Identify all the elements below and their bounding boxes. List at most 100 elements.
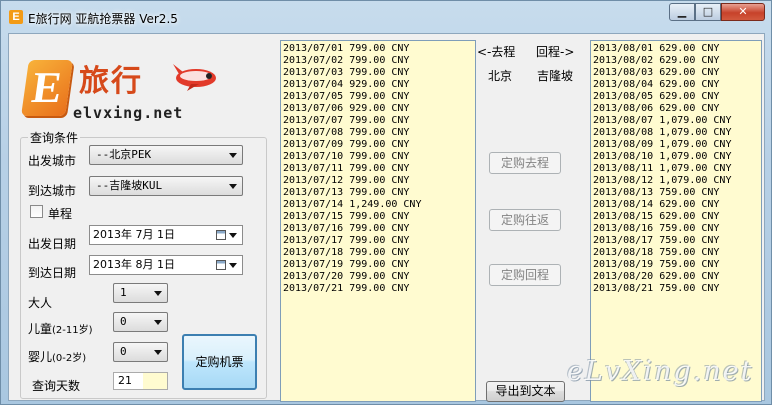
list-item[interactable]: 2013/08/15 629.00 CNY — [593, 211, 759, 223]
list-item[interactable]: 2013/07/08 799.00 CNY — [283, 127, 473, 139]
maximize-button[interactable]: □ — [695, 3, 721, 21]
list-item[interactable]: 2013/07/04 929.00 CNY — [283, 79, 473, 91]
list-item[interactable]: 2013/08/11 1,079.00 CNY — [593, 163, 759, 175]
watermark-text: eLvXing.net — [567, 356, 754, 387]
list-item[interactable]: 2013/08/13 759.00 CNY — [593, 187, 759, 199]
depart-date-label: 出发日期 — [28, 237, 77, 251]
calendar-icon[interactable] — [216, 260, 226, 270]
list-item[interactable]: 2013/07/15 799.00 CNY — [283, 211, 473, 223]
arrive-date-value: 2013年 8月 1日 — [93, 258, 175, 271]
to-city-select[interactable]: --吉隆坡KUL — [89, 176, 243, 196]
depart-date-value: 2013年 7月 1日 — [93, 228, 175, 241]
list-item[interactable]: 2013/08/19 759.00 CNY — [593, 259, 759, 271]
from-city-display: 北京 — [488, 69, 513, 83]
oneway-label: 单程 — [48, 207, 73, 221]
list-item[interactable]: 2013/07/12 799.00 CNY — [283, 175, 473, 187]
list-item[interactable]: 2013/07/10 799.00 CNY — [283, 151, 473, 163]
book-outbound-button[interactable]: 定购去程 — [489, 152, 561, 174]
list-item[interactable]: 2013/07/20 799.00 CNY — [283, 271, 473, 283]
child-count-select[interactable]: 0 — [113, 312, 168, 332]
oneway-checkbox[interactable] — [30, 205, 43, 218]
list-item[interactable]: 2013/07/09 799.00 CNY — [283, 139, 473, 151]
logo-e-mark: E — [21, 60, 73, 116]
list-item[interactable]: 2013/08/17 759.00 CNY — [593, 235, 759, 247]
list-item[interactable]: 2013/08/16 759.00 CNY — [593, 223, 759, 235]
minimize-button[interactable]: ▁ — [669, 3, 695, 21]
app-window: E E旅行网 亚航抢票器 Ver2.5 ▁ □ ✕ E 旅行 elvxing.n… — [0, 0, 772, 405]
chevron-down-icon — [154, 320, 162, 325]
app-logo-icon: E — [9, 10, 23, 24]
child-label-text: 儿童 — [28, 322, 53, 336]
list-item[interactable]: 2013/07/07 799.00 CNY — [283, 115, 473, 127]
list-item[interactable]: 2013/07/11 799.00 CNY — [283, 163, 473, 175]
client-area: E 旅行 elvxing.net 查询条件 出发城市 --北京PEK 到达城市 … — [8, 33, 765, 402]
arrive-date-picker[interactable]: 2013年 8月 1日 — [89, 255, 243, 275]
return-fares-list[interactable]: 2013/08/01 629.00 CNY 2013/08/02 629.00 C… — [590, 40, 762, 402]
outbound-direction-label: <-去程 — [477, 45, 516, 59]
list-item[interactable]: 2013/08/06 629.00 CNY — [593, 103, 759, 115]
query-days-label: 查询天数 — [32, 379, 81, 393]
chevron-down-icon — [229, 263, 237, 268]
list-item[interactable]: 2013/08/08 1,079.00 CNY — [593, 127, 759, 139]
adult-count-value: 1 — [120, 286, 127, 299]
infant-label-text: 婴儿 — [28, 350, 53, 364]
list-item[interactable]: 2013/08/02 629.00 CNY — [593, 55, 759, 67]
query-days-input[interactable]: 21 — [113, 372, 168, 390]
chevron-down-icon — [154, 350, 162, 355]
return-rows: 2013/08/01 629.00 CNY 2013/08/02 629.00 C… — [593, 43, 759, 295]
window-title: E旅行网 亚航抢票器 Ver2.5 — [28, 12, 178, 26]
list-item[interactable]: 2013/08/21 759.00 CNY — [593, 283, 759, 295]
list-item[interactable]: 2013/08/01 629.00 CNY — [593, 43, 759, 55]
window-controls: ▁ □ ✕ — [669, 3, 765, 21]
close-button[interactable]: ✕ — [721, 3, 765, 21]
return-direction-label: 回程-> — [536, 45, 575, 59]
logo-url-text: elvxing.net — [73, 104, 184, 122]
infant-count-select[interactable]: 0 — [113, 342, 168, 362]
list-item[interactable]: 2013/07/16 799.00 CNY — [283, 223, 473, 235]
list-item[interactable]: 2013/08/07 1,079.00 CNY — [593, 115, 759, 127]
export-text-button[interactable]: 导出到文本 — [486, 381, 565, 402]
depart-date-picker[interactable]: 2013年 7月 1日 — [89, 225, 243, 245]
title-bar[interactable]: E E旅行网 亚航抢票器 Ver2.5 ▁ □ ✕ — [1, 1, 771, 33]
list-item[interactable]: 2013/07/17 799.00 CNY — [283, 235, 473, 247]
from-city-select[interactable]: --北京PEK — [89, 145, 243, 165]
list-item[interactable]: 2013/07/13 799.00 CNY — [283, 187, 473, 199]
child-age-range: (2-11岁) — [52, 325, 93, 336]
book-ticket-button[interactable]: 定购机票 — [182, 334, 257, 390]
list-item[interactable]: 2013/08/20 629.00 CNY — [593, 271, 759, 283]
list-item[interactable]: 2013/07/21 799.00 CNY — [283, 283, 473, 295]
list-item[interactable]: 2013/08/09 1,079.00 CNY — [593, 139, 759, 151]
list-item[interactable]: 2013/07/05 799.00 CNY — [283, 91, 473, 103]
list-item[interactable]: 2013/07/19 799.00 CNY — [283, 259, 473, 271]
list-item[interactable]: 2013/08/12 1,079.00 CNY — [593, 175, 759, 187]
from-city-label: 出发城市 — [28, 154, 77, 168]
book-roundtrip-button[interactable]: 定购往返 — [489, 209, 561, 231]
chevron-down-icon — [229, 184, 237, 189]
list-item[interactable]: 2013/07/01 799.00 CNY — [283, 43, 473, 55]
list-item[interactable]: 2013/08/03 629.00 CNY — [593, 67, 759, 79]
list-item[interactable]: 2013/08/14 629.00 CNY — [593, 199, 759, 211]
child-count-value: 0 — [120, 315, 127, 328]
calendar-icon[interactable] — [216, 230, 226, 240]
airplane-icon — [173, 64, 216, 91]
list-item[interactable]: 2013/07/02 799.00 CNY — [283, 55, 473, 67]
query-days-input-fill — [143, 373, 167, 389]
outbound-rows: 2013/07/01 799.00 CNY 2013/07/02 799.00 C… — [283, 43, 473, 295]
to-city-display: 吉隆坡 — [537, 69, 574, 83]
list-item[interactable]: 2013/07/18 799.00 CNY — [283, 247, 473, 259]
list-item[interactable]: 2013/07/03 799.00 CNY — [283, 67, 473, 79]
book-return-button[interactable]: 定购回程 — [489, 264, 561, 286]
from-city-value: --北京PEK — [96, 148, 152, 161]
list-item[interactable]: 2013/08/18 759.00 CNY — [593, 247, 759, 259]
adult-count-select[interactable]: 1 — [113, 283, 168, 303]
to-city-value: --吉隆坡KUL — [96, 179, 163, 192]
outbound-fares-list[interactable]: 2013/07/01 799.00 CNY 2013/07/02 799.00 C… — [280, 40, 476, 402]
list-item[interactable]: 2013/08/10 1,079.00 CNY — [593, 151, 759, 163]
list-item[interactable]: 2013/08/05 629.00 CNY — [593, 91, 759, 103]
chevron-down-icon — [154, 291, 162, 296]
list-item[interactable]: 2013/07/14 1,249.00 CNY — [283, 199, 473, 211]
list-item[interactable]: 2013/08/04 629.00 CNY — [593, 79, 759, 91]
chevron-down-icon — [229, 153, 237, 158]
to-city-label: 到达城市 — [28, 184, 77, 198]
list-item[interactable]: 2013/07/06 929.00 CNY — [283, 103, 473, 115]
